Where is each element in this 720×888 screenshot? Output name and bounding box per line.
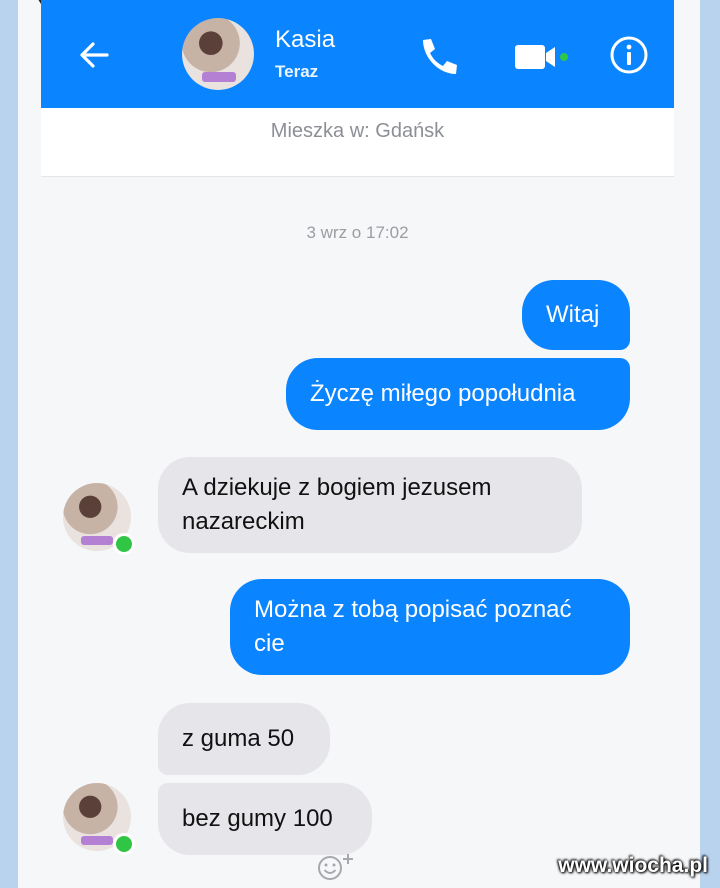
online-status-dot: [113, 533, 135, 555]
lives-in-text: Mieszka w: Gdańsk: [270, 120, 445, 142]
chat-header: Kasia Teraz: [41, 0, 674, 108]
info-icon[interactable]: [609, 35, 649, 75]
message-bubble-received[interactable]: A dziekuje z bogiem jezusem nazareckim: [158, 457, 582, 553]
message-bubble-sent[interactable]: Można z tobą popisać poznać cie: [230, 579, 630, 675]
contact-status: Teraz: [275, 62, 319, 81]
back-arrow-icon[interactable]: [77, 38, 111, 72]
message-bubble-received[interactable]: bez gumy 100: [158, 783, 372, 855]
thread-timestamp: 3 wrz o 17:02: [306, 223, 409, 242]
phone-icon[interactable]: [417, 36, 461, 78]
message-bubble-sent[interactable]: Życzę miłego popołudnia: [286, 358, 630, 430]
watermark: www.wiocha.pl: [558, 854, 708, 877]
message-bubble-sent[interactable]: Witaj: [522, 280, 630, 350]
add-reaction-icon[interactable]: [315, 852, 355, 882]
message-thread: 3 wrz o 17:02 Witaj Życzę miłego popołud…: [41, 177, 674, 888]
contact-avatar[interactable]: [182, 18, 254, 90]
message-bubble-received[interactable]: z guma 50: [158, 703, 330, 775]
online-status-dot: [113, 833, 135, 855]
video-camera-icon[interactable]: [513, 40, 575, 74]
profile-info-bar: Mieszka w: Gdańsk: [41, 108, 674, 177]
contact-name[interactable]: Kasia: [275, 26, 335, 54]
